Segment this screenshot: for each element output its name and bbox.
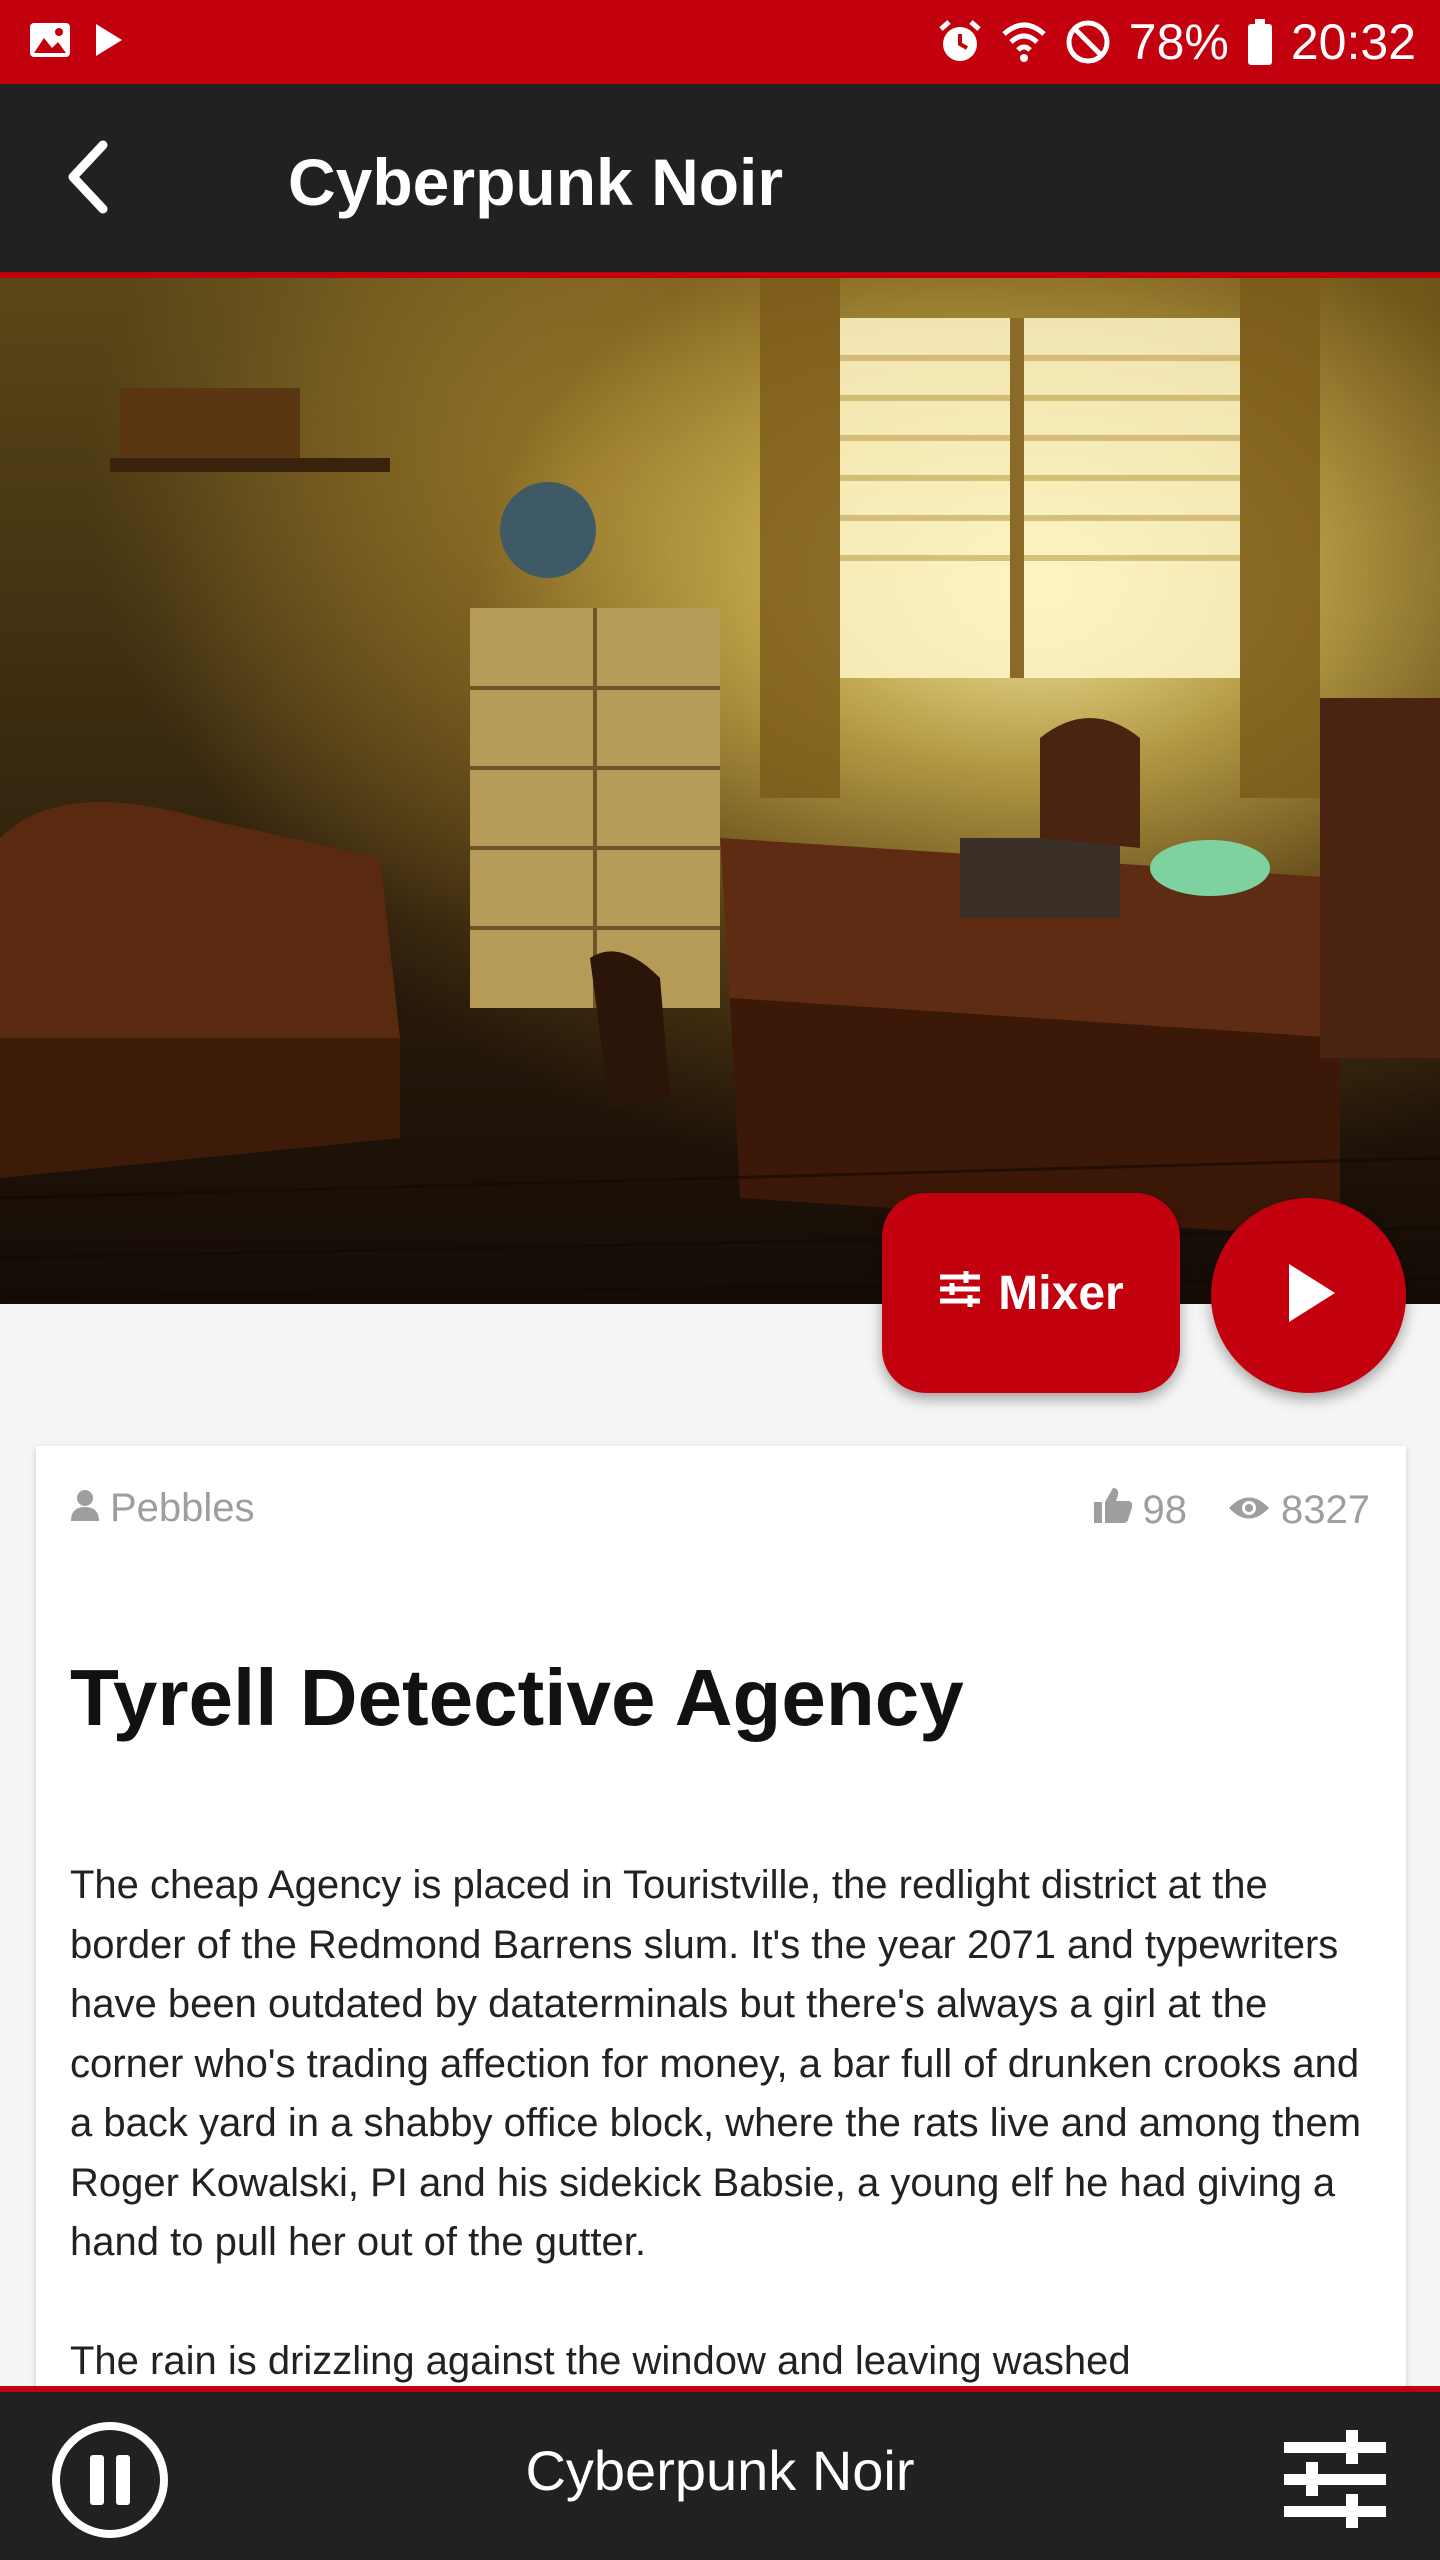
play-store-icon	[94, 22, 124, 58]
mixer-button-label: Mixer	[998, 1266, 1124, 1320]
image-icon	[28, 20, 72, 60]
hero-illustration	[0, 278, 1440, 1300]
likes-count: 98	[1142, 1487, 1188, 1532]
status-left	[28, 20, 124, 60]
app-bar: Cyberpunk Noir	[0, 84, 1440, 274]
play-button[interactable]	[1211, 1198, 1406, 1393]
mixer-button[interactable]: Mixer	[882, 1193, 1180, 1393]
author[interactable]: Pebbles	[70, 1486, 255, 1531]
thumbs-up-icon	[1093, 1486, 1133, 1534]
hero-image	[0, 278, 1440, 1304]
status-right: 78% 20:32	[937, 10, 1416, 74]
stats: 98 8327	[1093, 1486, 1370, 1534]
play-icon	[1279, 1260, 1339, 1331]
back-button[interactable]	[48, 139, 128, 219]
story-paragraph: The cheap Agency is placed in Touristvil…	[70, 1863, 1362, 2264]
chevron-left-icon	[63, 137, 113, 222]
eye-icon	[1227, 1488, 1271, 1533]
story-title: Tyrell Detective Agency	[70, 1653, 964, 1742]
battery-percent: 78%	[1128, 14, 1229, 70]
player-title: Cyberpunk Noir	[525, 2439, 915, 2502]
views-stat: 8327	[1227, 1488, 1370, 1533]
status-bar: 78% 20:32	[0, 0, 1440, 84]
wifi-icon	[1001, 20, 1047, 64]
page-title: Cyberpunk Noir	[288, 145, 784, 219]
story-description: The cheap Agency is placed in Touristvil…	[70, 1856, 1380, 2451]
do-not-disturb-icon	[1065, 19, 1111, 65]
person-icon	[70, 1486, 100, 1531]
likes-stat[interactable]: 98	[1093, 1486, 1188, 1534]
equalizer-icon	[1280, 2430, 1390, 2532]
sliders-icon	[938, 1266, 982, 1321]
story-paragraph: The rain is drizzling against the window…	[70, 2339, 1131, 2383]
status-time: 20:32	[1290, 14, 1416, 70]
mini-player: Cyberpunk Noir	[0, 2392, 1440, 2560]
author-name: Pebbles	[110, 1486, 255, 1530]
views-count: 8327	[1281, 1487, 1370, 1532]
player-mixer-button[interactable]	[1280, 2428, 1390, 2528]
alarm-icon	[937, 19, 983, 65]
battery-icon	[1247, 18, 1273, 66]
